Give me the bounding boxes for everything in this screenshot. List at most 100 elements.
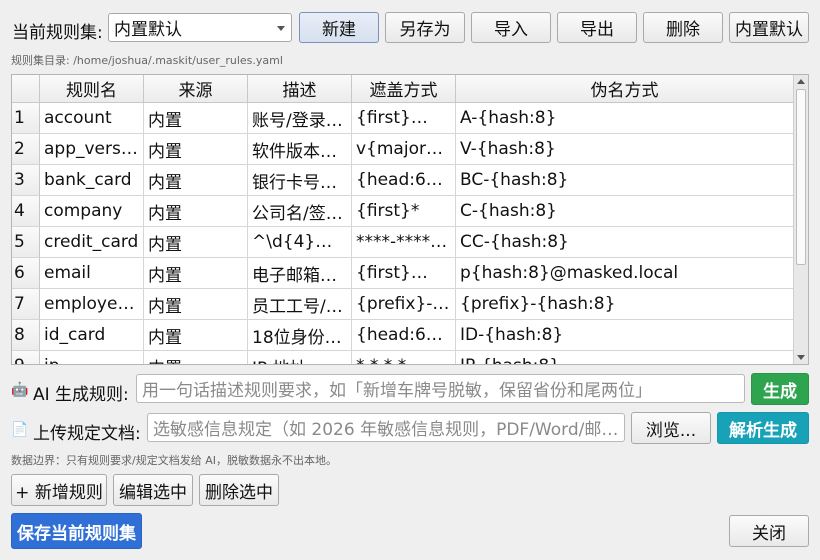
cell-description[interactable]: 账号/登录… [248,103,352,134]
table-row[interactable]: 7 employe… 内置 员工工号/… {prefix}-… {prefix}… [12,289,794,320]
document-icon: 📄 [11,422,29,438]
table-row[interactable]: 3 bank_card 内置 银行卡号… {head:6… BC-{hash:8… [12,165,794,196]
cell-description[interactable]: 软件版本… [248,134,352,165]
cell-source[interactable]: 内置 [144,103,248,134]
builtin-default-button[interactable]: 内置默认 [729,12,809,43]
row-number[interactable]: 3 [12,165,40,196]
cell-source[interactable]: 内置 [144,289,248,320]
ai-generate-label: AI 生成规则: [33,385,129,405]
cell-source[interactable]: 内置 [144,165,248,196]
cell-mask[interactable]: ****-****… [352,227,456,258]
cell-mask[interactable]: {first}* [352,196,456,227]
cell-mask[interactable]: {head:6… [352,165,456,196]
edit-selected-button[interactable]: 编辑选中 [113,474,193,506]
chevron-down-icon [277,26,285,31]
row-number[interactable]: 5 [12,227,40,258]
save-ruleset-button[interactable]: 保存当前规则集 [11,513,142,549]
ruleset-selected-value: 内置默认 [114,20,182,40]
scroll-thumb[interactable] [796,89,806,265]
column-header-source[interactable]: 来源 [144,75,248,103]
row-number[interactable]: 6 [12,258,40,289]
export-button[interactable]: 导出 [557,12,637,43]
delete-ruleset-button[interactable]: 删除 [643,12,723,43]
cell-description[interactable]: 电子邮箱… [248,258,352,289]
cell-source[interactable]: 内置 [144,227,248,258]
cell-description[interactable]: 18位身份… [248,320,352,351]
table-row[interactable]: 1 account 内置 账号/登录… {first}… A-{hash:8} [12,103,794,134]
table-vertical-scrollbar[interactable] [793,75,808,364]
ai-generate-button[interactable]: 生成 [751,373,809,405]
add-rule-button[interactable]: + 新增规则 [11,474,107,506]
cell-pseudonym[interactable]: BC-{hash:8} [456,165,794,196]
cell-rule-name[interactable]: company [40,196,144,227]
cell-mask[interactable]: v{major… [352,134,456,165]
cell-mask[interactable]: {head:6… [352,320,456,351]
cell-rule-name[interactable]: ip [40,351,144,364]
table-row[interactable]: 5 credit_card 内置 ^\d{4}… ****-****… CC-{… [12,227,794,258]
cell-source[interactable]: 内置 [144,351,248,364]
row-number[interactable]: 7 [12,289,40,320]
table-row[interactable]: 2 app_vers… 内置 软件版本… v{major… V-{hash:8} [12,134,794,165]
row-number[interactable]: 8 [12,320,40,351]
cell-source[interactable]: 内置 [144,258,248,289]
ai-rule-input[interactable]: 用一句话描述规则要求，如「新增车牌号脱敏，保留省份和尾两位」 [136,374,745,403]
table-row[interactable]: 4 company 内置 公司名/签… {first}* C-{hash:8} [12,196,794,227]
cell-mask[interactable]: *.*.*.* [352,351,456,364]
cell-source[interactable]: 内置 [144,320,248,351]
cell-description[interactable]: 银行卡号… [248,165,352,196]
upload-file-input[interactable]: 选敏感信息规定（如 2026 年敏感信息规则，PDF/Word/邮… [147,413,625,442]
table-row[interactable]: 9 ip 内置 IP 地址 *.*.*.* IP-{hash:8} [12,351,794,364]
corner-cell [12,75,40,103]
column-header-name[interactable]: 规则名 [40,75,144,103]
cell-pseudonym[interactable]: p{hash:8}@masked.local [456,258,794,289]
save-as-button[interactable]: 另存为 [385,12,465,43]
cell-description[interactable]: IP 地址 [248,351,352,364]
scroll-down-icon[interactable] [797,355,805,360]
cell-pseudonym[interactable]: C-{hash:8} [456,196,794,227]
robot-icon: 🤖 [11,382,29,398]
column-header-description[interactable]: 描述 [248,75,352,103]
table-header: 规则名 来源 描述 遮盖方式 伪名方式 [12,75,794,103]
row-number[interactable]: 4 [12,196,40,227]
cell-rule-name[interactable]: bank_card [40,165,144,196]
cell-pseudonym[interactable]: ID-{hash:8} [456,320,794,351]
cell-rule-name[interactable]: employe… [40,289,144,320]
rules-table: 规则名 来源 描述 遮盖方式 伪名方式 1 account 内置 账号/登录… … [11,74,809,365]
row-number[interactable]: 1 [12,103,40,134]
cell-mask[interactable]: {prefix}-… [352,289,456,320]
cell-rule-name[interactable]: id_card [40,320,144,351]
import-button[interactable]: 导入 [471,12,551,43]
cell-source[interactable]: 内置 [144,134,248,165]
cell-rule-name[interactable]: account [40,103,144,134]
table-row[interactable]: 6 email 内置 电子邮箱… {first}… p{hash:8}@mask… [12,258,794,289]
cell-description[interactable]: 公司名/签… [248,196,352,227]
data-boundary-note: 数据边界：只有规则要求/规定文档发给 AI，脱敏数据永不出本地。 [11,454,337,467]
cell-mask[interactable]: {first}… [352,258,456,289]
row-number[interactable]: 2 [12,134,40,165]
cell-description[interactable]: 员工工号/… [248,289,352,320]
column-header-pseudonym[interactable]: 伪名方式 [456,75,794,103]
parse-generate-button[interactable]: 解析生成 [717,412,809,444]
cell-pseudonym[interactable]: {prefix}-{hash:8} [456,289,794,320]
cell-pseudonym[interactable]: A-{hash:8} [456,103,794,134]
cell-rule-name[interactable]: app_vers… [40,134,144,165]
cell-source[interactable]: 内置 [144,196,248,227]
cell-rule-name[interactable]: email [40,258,144,289]
cell-description[interactable]: ^\d{4}… [248,227,352,258]
browse-button[interactable]: 浏览... [631,412,711,444]
table-row[interactable]: 8 id_card 内置 18位身份… {head:6… ID-{hash:8} [12,320,794,351]
cell-pseudonym[interactable]: V-{hash:8} [456,134,794,165]
column-header-mask[interactable]: 遮盖方式 [352,75,456,103]
scroll-up-icon[interactable] [797,79,805,84]
cell-pseudonym[interactable]: IP-{hash:8} [456,351,794,364]
row-number[interactable]: 9 [12,351,40,364]
cell-mask[interactable]: {first}… [352,103,456,134]
delete-selected-button[interactable]: 删除选中 [199,474,279,506]
cell-pseudonym[interactable]: CC-{hash:8} [456,227,794,258]
ruleset-directory: 规则集目录: /home/joshua/.maskit/user_rules.y… [11,54,283,67]
table-body: 1 account 内置 账号/登录… {first}… A-{hash:8} … [12,103,794,364]
cell-rule-name[interactable]: credit_card [40,227,144,258]
close-button[interactable]: 关闭 [729,515,809,547]
new-ruleset-button[interactable]: 新建 [299,12,379,43]
ruleset-select[interactable]: 内置默认 [108,13,292,42]
